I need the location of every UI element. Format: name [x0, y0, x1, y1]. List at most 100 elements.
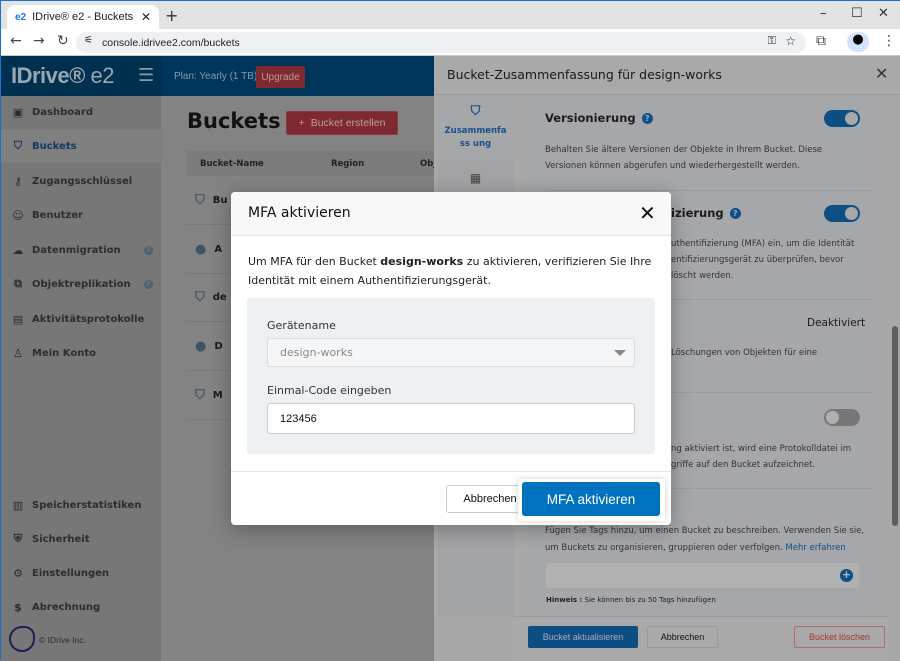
logging-toggle[interactable] [824, 409, 860, 426]
divider [545, 190, 873, 191]
bucket-icon: ⛉ [195, 290, 205, 305]
hamburger-menu-icon[interactable]: ☰ [138, 65, 154, 86]
device-name-label: Gerätename [267, 319, 336, 332]
caret-down-icon [614, 350, 626, 356]
versioning-title: Versionierung? [545, 111, 653, 125]
extensions-icon[interactable]: ⧉ [816, 33, 826, 49]
browser-tab[interactable]: e2 IDrive® e2 - Buckets ✕ [7, 5, 159, 29]
object-lock-status: Deaktiviert [807, 317, 866, 329]
create-bucket-button[interactable]: + Bucket erstellen [286, 111, 398, 135]
logo: IDrive® e2 [11, 63, 114, 88]
user-icon: ♙ [13, 346, 23, 360]
users-icon: ☺ [12, 208, 24, 222]
reload-icon[interactable]: ↻ [57, 33, 69, 49]
bucket-icon: ⛉ [195, 388, 205, 403]
new-tab-button[interactable]: + [165, 6, 178, 25]
bucket-icon: ⛉ [195, 193, 205, 208]
sidebar-item-dashboard[interactable]: ▣ Dashboard [1, 95, 161, 129]
bookmark-star-icon[interactable]: ☆ [785, 34, 796, 48]
close-tab-icon[interactable]: ✕ [141, 10, 151, 24]
mfa-toggle[interactable] [824, 205, 860, 222]
sidebar-item-access-keys[interactable]: ⚷ Zugangsschlüssel [1, 164, 161, 198]
password-key-icon[interactable]: ⚿ [768, 35, 776, 48]
tag-input[interactable] [546, 563, 859, 588]
tags-description: Fügen Sie Tags hinzu, um einen Bucket zu… [545, 526, 865, 553]
tab-title: IDrive® e2 - Buckets [32, 11, 134, 23]
dollar-icon: $ [14, 600, 22, 614]
mfa-description: uthentifizierung (MFA) ein, um die Ident… [671, 239, 855, 281]
key-icon: ⚷ [13, 174, 23, 188]
mfa-dialog: MFA aktivieren ✕ Um MFA für den Bucket d… [231, 192, 671, 525]
profile-avatar-icon[interactable]: ● [847, 32, 869, 52]
dialog-message: Um MFA für den Bucket design-works zu ak… [248, 255, 652, 287]
page-title: Buckets [187, 109, 281, 133]
plan-label: Plan: Yearly (1 TB) [174, 71, 258, 82]
cookie-icon[interactable] [9, 626, 35, 652]
logging-description: ng aktiviert ist, wird eine Protokolldat… [671, 444, 852, 470]
globe-icon: ● [195, 242, 207, 257]
document-icon: ▤ [12, 312, 24, 326]
sidebar-item-buckets[interactable]: ⛉ Buckets [1, 129, 161, 163]
back-icon[interactable]: ← [10, 33, 22, 49]
column-region[interactable]: Region [331, 159, 364, 169]
drawer-tab-summary[interactable]: ⛉ Zusammenfass ung [438, 96, 513, 161]
column-bucket-name[interactable]: Bucket-Name [200, 159, 264, 169]
sidebar-item-storage-stats[interactable]: ▥ Speicherstatistiken [1, 488, 161, 522]
delete-bucket-button[interactable]: Bucket löschen [794, 626, 885, 648]
drawer-cancel-button[interactable]: Abbrechen [647, 626, 718, 648]
versioning-description: Behalten Sie ältere Versionen der Objekt… [545, 145, 823, 171]
url-text: console.idrivee2.com/buckets [102, 36, 240, 49]
help-icon[interactable]: ? [144, 245, 153, 255]
code-label: Einmal-Code eingeben [267, 384, 392, 397]
update-bucket-button[interactable]: Bucket aktualisieren [528, 626, 638, 648]
divider [231, 471, 671, 472]
maximize-button[interactable]: ☐ [851, 6, 863, 21]
favicon-icon: e2 [15, 11, 27, 23]
replication-icon: ⧉ [14, 277, 22, 290]
tags-hint: Hinweis : Sie können bis zu 50 Tags hinz… [546, 596, 716, 604]
scrollbar-thumb[interactable] [892, 326, 898, 526]
help-icon[interactable]: ? [641, 113, 653, 124]
menu-kebab-icon[interactable]: ⋮ [882, 33, 896, 49]
gear-icon: ⚙ [13, 566, 23, 580]
one-time-code-input[interactable] [267, 403, 635, 434]
dashboard-icon: ▣ [12, 105, 24, 119]
url-bar[interactable]: ⚟ console.idrivee2.com/buckets ⚿ ☆ [76, 32, 806, 53]
minimize-button[interactable]: – [820, 6, 827, 21]
sidebar-item-settings[interactable]: ⚙ Einstellungen [1, 556, 161, 590]
bucket-icon: ⛉ [13, 139, 23, 152]
dialog-close-icon[interactable]: ✕ [639, 201, 656, 225]
sidebar-item-data-migration[interactable]: ☁ Datenmigration? [1, 233, 161, 267]
dialog-title: MFA aktivieren [248, 205, 351, 221]
site-info-icon[interactable]: ⚟ [84, 35, 93, 46]
bucket-icon: ⛉ [470, 104, 481, 119]
enable-mfa-button[interactable]: MFA aktivieren [522, 482, 660, 516]
plus-icon: + [298, 117, 305, 129]
address-row: ← → ↻ ⚟ console.idrivee2.com/buckets ⚿ ☆… [1, 29, 900, 56]
close-window-button[interactable]: ✕ [878, 6, 889, 21]
cloud-icon: ☁ [12, 243, 24, 257]
add-tag-icon[interactable]: + [840, 569, 853, 582]
chart-icon: ▥ [12, 498, 24, 512]
sidebar-item-users[interactable]: ☺ Benutzer [1, 198, 161, 232]
device-name-select[interactable]: design-works [267, 338, 635, 367]
forward-icon[interactable]: → [33, 33, 45, 49]
help-icon[interactable]: ? [144, 279, 153, 289]
sidebar-item-replication[interactable]: ⧉ Objektreplikation? [1, 267, 161, 301]
learn-more-link[interactable]: Mehr erfahren [785, 543, 845, 553]
object-lock-description: Löschungen von Objekten für eine [671, 348, 818, 358]
sidebar-item-billing[interactable]: $ Abrechnung [1, 590, 161, 624]
sidebar-item-my-account[interactable]: ♙ Mein Konto [1, 336, 161, 370]
copyright: © IDrive Inc. [39, 635, 86, 645]
calendar-icon: ▦ [469, 171, 482, 185]
mfa-title: izierung? [671, 206, 741, 220]
help-icon[interactable]: ? [729, 208, 741, 219]
sidebar-item-security[interactable]: ⛨ Sicherheit [1, 522, 161, 556]
sidebar-item-activity-logs[interactable]: ▤ Aktivitätsprotokolle [1, 302, 161, 336]
drawer-close-icon[interactable]: ✕ [875, 64, 888, 83]
globe-icon: ● [195, 339, 207, 354]
upgrade-button[interactable]: Upgrade [256, 66, 305, 88]
drawer-title: Bucket-Zusammenfassung für design-works [447, 67, 722, 82]
versioning-toggle[interactable] [824, 110, 860, 127]
shield-icon: ⛨ [13, 532, 23, 545]
